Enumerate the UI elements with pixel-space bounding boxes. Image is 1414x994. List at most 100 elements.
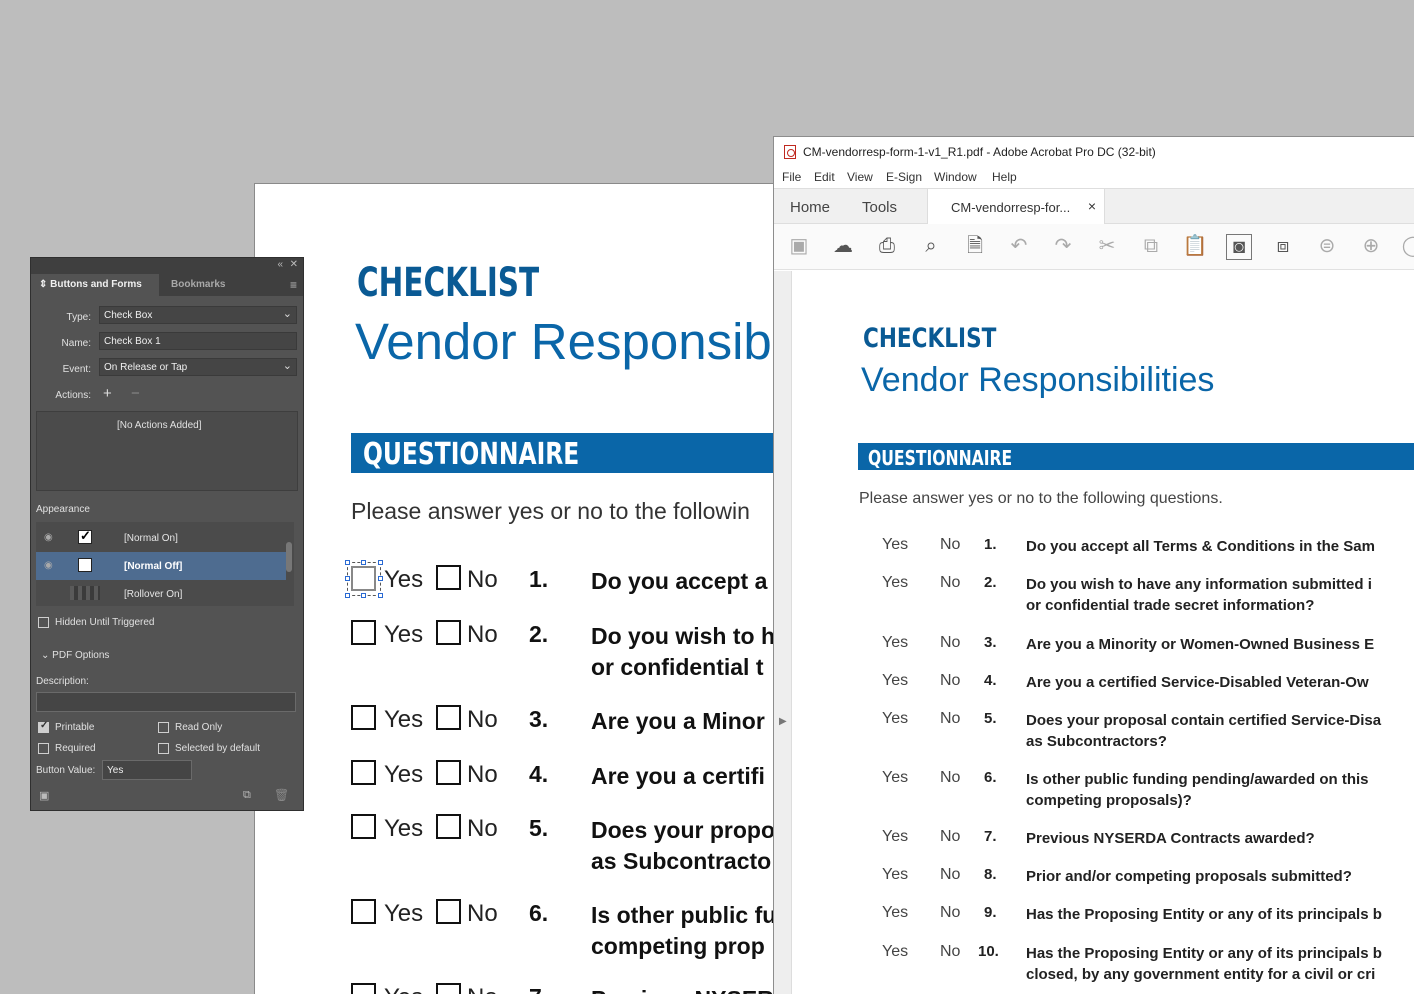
hidden-until-triggered-checkbox[interactable] (38, 617, 49, 628)
appearance-normal-off[interactable]: ◉ [Normal Off] (36, 552, 286, 580)
yes-field[interactable]: Yes (882, 710, 908, 728)
panel-menu-icon[interactable]: ≡ (290, 278, 297, 292)
next-page-icon[interactable]: ◯ (1400, 234, 1414, 260)
no-checkbox[interactable] (436, 705, 461, 730)
document-tab-label: CM-vendorresp-for... (951, 200, 1071, 215)
appearance-rollover-on[interactable]: [Rollover On] (36, 580, 286, 608)
upload-cloud-icon[interactable]: ☁ (830, 234, 856, 260)
menu-view[interactable]: View (847, 170, 873, 184)
appearance-state-label: [Normal On] (124, 533, 178, 544)
trash-icon[interactable]: 🗑 (274, 788, 289, 802)
no-checkbox[interactable] (436, 565, 461, 590)
eye-icon[interactable]: ◉ (44, 560, 53, 571)
selected-by-default-checkbox[interactable] (158, 743, 169, 754)
question-row: Yes No 7. Previous NYSER (351, 983, 794, 994)
save-icon[interactable]: ▣ (786, 234, 812, 260)
yes-checkbox[interactable] (351, 705, 376, 730)
selection-frame[interactable] (345, 560, 383, 598)
no-field[interactable]: No (940, 943, 960, 961)
menu-esign[interactable]: E-Sign (886, 170, 922, 184)
no-field[interactable]: No (940, 904, 960, 922)
no-field[interactable]: No (940, 672, 960, 690)
left-pane-toggle[interactable]: ▶ (774, 271, 792, 994)
yes-field[interactable]: Yes (882, 634, 908, 652)
redo-icon[interactable]: ↷ (1050, 234, 1076, 260)
menu-file[interactable]: File (782, 170, 801, 184)
previous-page-icon[interactable]: ⊕ (1358, 234, 1384, 260)
window-title: CM-vendorresp-form-1-v1_R1.pdf - Adobe A… (803, 145, 1156, 159)
expand-pane-icon[interactable]: ▶ (779, 716, 787, 727)
yes-field[interactable]: Yes (882, 943, 908, 961)
actions-list[interactable]: [No Actions Added] (36, 411, 298, 491)
menu-edit[interactable]: Edit (814, 170, 835, 184)
tab-document[interactable]: CM-vendorresp-for... × (927, 189, 1105, 225)
no-field[interactable]: No (940, 769, 960, 787)
yes-checkbox[interactable] (351, 983, 376, 994)
remove-action-icon[interactable]: − (131, 385, 140, 402)
no-field[interactable]: No (940, 574, 960, 592)
no-checkbox[interactable] (436, 620, 461, 645)
yes-field[interactable]: Yes (882, 866, 908, 884)
read-only-checkbox[interactable] (158, 722, 169, 733)
snapshot-camera-icon[interactable]: ◙ (1226, 234, 1252, 260)
paste-icon[interactable]: 📋 (1182, 234, 1208, 260)
cut-icon[interactable]: ✂ (1094, 234, 1120, 260)
appearance-scrollbar[interactable] (286, 524, 292, 604)
yes-field[interactable]: Yes (882, 828, 908, 846)
yes-checkbox-selected[interactable] (345, 560, 383, 598)
convert-object-icon[interactable]: ⧉ (243, 789, 251, 802)
no-field[interactable]: No (940, 710, 960, 728)
collapse-panel-icon[interactable]: « (277, 259, 283, 270)
no-checkbox[interactable] (436, 760, 461, 785)
menu-help[interactable]: Help (992, 170, 1017, 184)
copy-icon[interactable]: ⧉ (1138, 234, 1164, 260)
no-label: No (467, 621, 498, 648)
eye-icon[interactable]: ◉ (44, 532, 53, 543)
button-value-field[interactable]: Yes (102, 760, 192, 780)
close-tab-icon[interactable]: × (1088, 198, 1096, 214)
question-text: Do you accept a (591, 568, 768, 594)
required-checkbox[interactable] (38, 743, 49, 754)
tab-tools[interactable]: Tools (862, 199, 897, 216)
no-field[interactable]: No (940, 828, 960, 846)
no-field[interactable]: No (940, 634, 960, 652)
menu-window[interactable]: Window (934, 170, 977, 184)
no-checkbox[interactable] (436, 983, 461, 994)
undo-icon[interactable]: ↶ (1006, 234, 1032, 260)
no-checkbox[interactable] (436, 814, 461, 839)
close-panel-icon[interactable]: ✕ (290, 259, 298, 270)
print-icon[interactable]: ⎙ (874, 234, 900, 260)
convert-pdf-icon[interactable]: 🗎 (962, 234, 988, 260)
add-action-icon[interactable]: + (103, 385, 112, 402)
description-field[interactable] (36, 692, 296, 712)
yes-checkbox[interactable] (351, 814, 376, 839)
no-checkbox[interactable] (436, 899, 461, 924)
tab-bookmarks[interactable]: Bookmarks (171, 279, 225, 290)
zoom-search-icon[interactable]: ⌕ (918, 234, 944, 260)
event-dropdown[interactable]: On Release or Tap ⌄ (99, 358, 297, 376)
pdf-options-toggle[interactable]: ⌄ PDF Options (41, 650, 109, 661)
intro-text: Please answer yes or no to the followin (351, 498, 750, 524)
name-field[interactable]: Check Box 1 (99, 332, 297, 350)
type-dropdown[interactable]: Check Box ⌄ (99, 306, 297, 324)
yes-label: Yes (384, 815, 424, 842)
yes-checkbox[interactable] (351, 620, 376, 645)
preview-icon[interactable]: ▣ (39, 789, 49, 802)
printable-checkbox[interactable] (38, 720, 49, 733)
no-field[interactable]: No (940, 536, 960, 554)
yes-field[interactable]: Yes (882, 904, 908, 922)
acrobat-titlebar[interactable]: CM-vendorresp-form-1-v1_R1.pdf - Adobe A… (774, 137, 1414, 167)
yes-field[interactable]: Yes (882, 574, 908, 592)
no-field[interactable]: No (940, 866, 960, 884)
appearance-normal-on[interactable]: ◉ [Normal On] (36, 524, 286, 552)
tab-home[interactable]: Home (790, 199, 830, 216)
panel-titlebar[interactable]: « ✕ (31, 258, 303, 272)
tab-buttons-and-forms[interactable]: ⇕ Buttons and Forms (31, 274, 159, 296)
scroll-mode-icon[interactable]: ⊜ (1314, 234, 1340, 260)
compare-icon[interactable]: ⧈ (1270, 234, 1296, 260)
yes-field[interactable]: Yes (882, 672, 908, 690)
yes-field[interactable]: Yes (882, 769, 908, 787)
yes-field[interactable]: Yes (882, 536, 908, 554)
yes-checkbox[interactable] (351, 760, 376, 785)
yes-checkbox[interactable] (351, 899, 376, 924)
